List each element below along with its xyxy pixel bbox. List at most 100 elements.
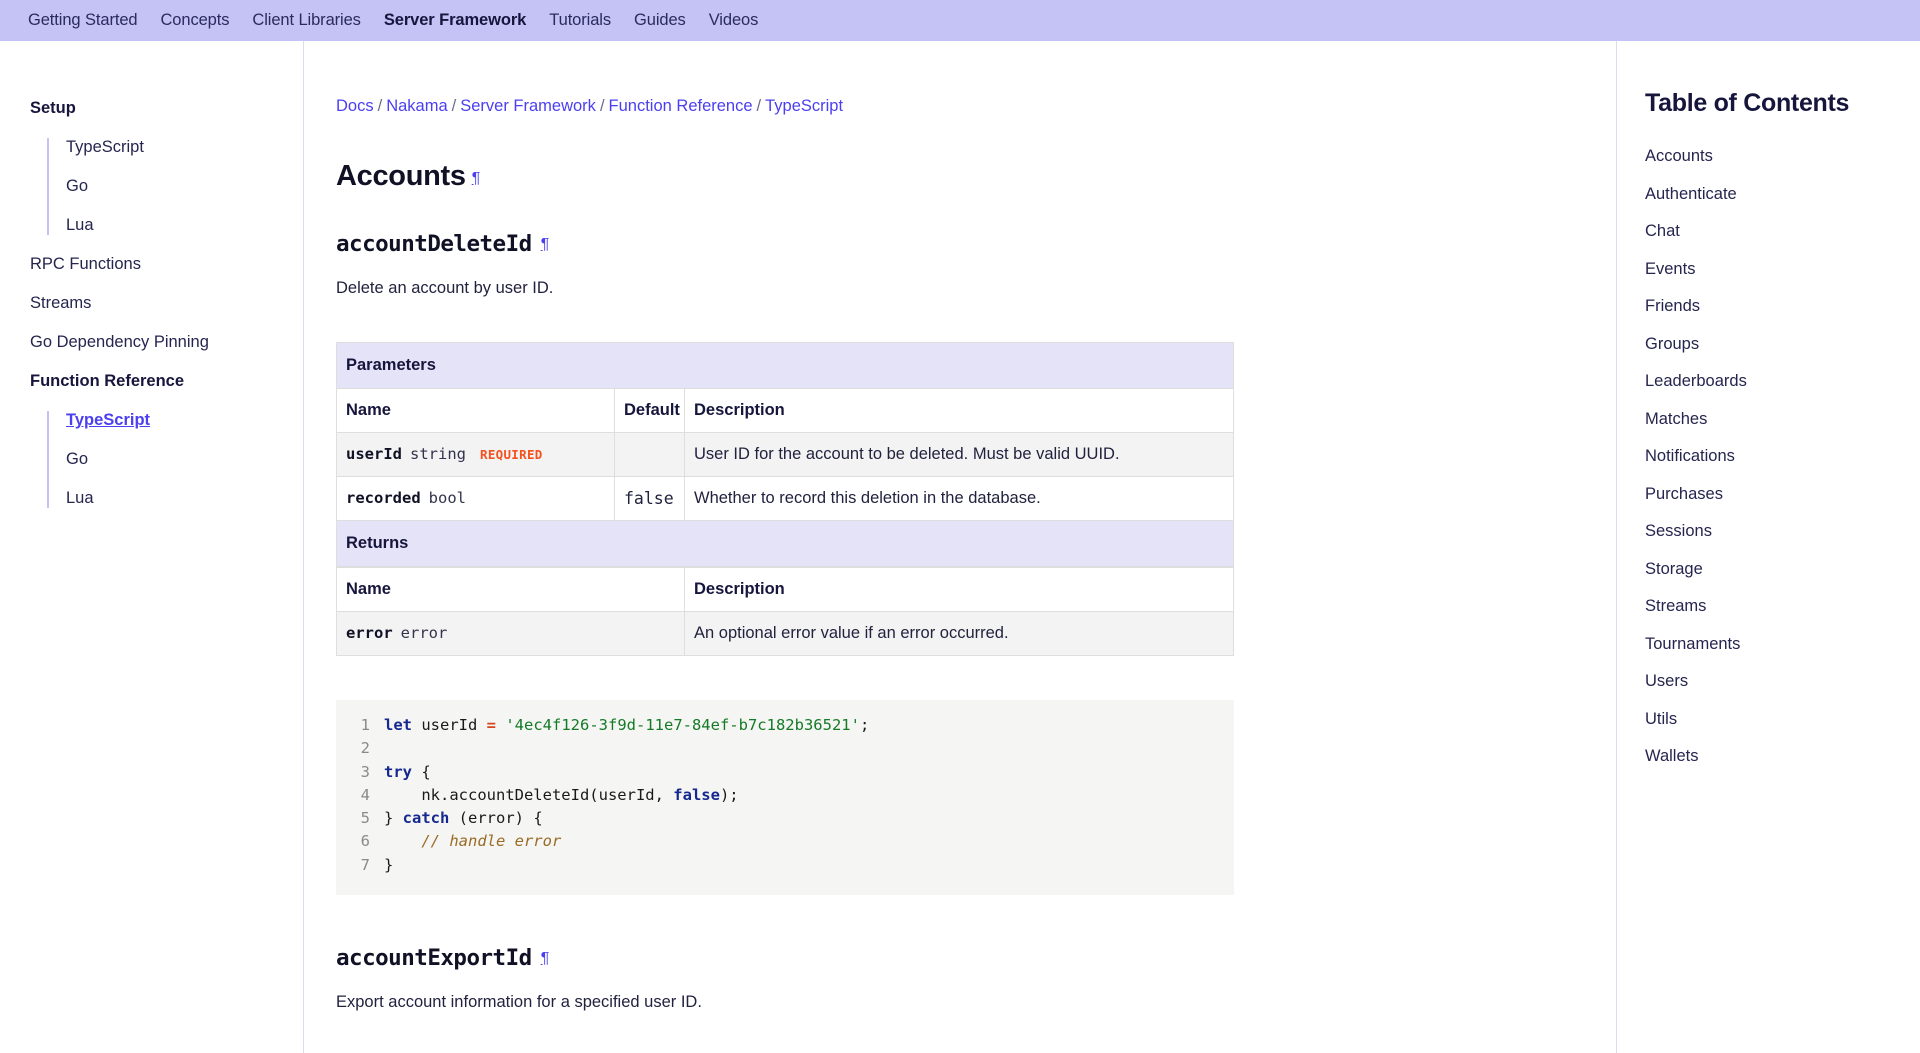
toc-item-purchases[interactable]: Purchases <box>1645 485 1920 504</box>
breadcrumb-item-typescript[interactable]: TypeScript <box>765 97 843 115</box>
table-row: userId string REQUIRED User ID for the acc… <box>336 432 1234 477</box>
main-content: Docs / Nakama / Server Framework / Function Re… <box>304 41 1616 1053</box>
parameters-label: Parameters <box>336 342 1234 389</box>
nav-link-guides[interactable]: Guides <box>634 11 686 30</box>
function-name-text: accountDeleteId <box>336 231 532 257</box>
code-line: 4 nk.accountDeleteId(userId, false); <box>336 784 1234 807</box>
return-name-cell: error error <box>336 611 685 656</box>
sidebar-item-rpc-functions[interactable]: RPC Functions <box>0 255 303 274</box>
code-token-kw: try <box>384 762 412 781</box>
function-description: Export account information for a specifi… <box>336 993 702 1012</box>
column-header-name: Name <box>336 567 685 612</box>
nav-link-getting-started[interactable]: Getting Started <box>28 11 138 30</box>
heading-anchor-icon[interactable]: ¶ <box>541 236 550 253</box>
code-line-content: nk.accountDeleteId(userId, false); <box>384 784 739 807</box>
page-layout: Setup TypeScript Go Lua RPC Functions Strea… <box>0 41 1920 1053</box>
code-line: 5} catch (error) { <box>336 807 1234 830</box>
return-description-cell: An optional error value if an error occu… <box>684 611 1234 656</box>
column-header-description: Description <box>684 388 1234 433</box>
nav-link-videos[interactable]: Videos <box>709 11 759 30</box>
code-token-plain: ; <box>859 716 870 734</box>
parameter-name-cell: recorded bool <box>336 476 615 521</box>
nav-link-tutorials[interactable]: Tutorials <box>549 11 611 30</box>
heading-anchor-icon[interactable]: ¶ <box>472 170 481 187</box>
code-token-plain: userId <box>412 716 487 734</box>
toc-item-users[interactable]: Users <box>1645 672 1920 691</box>
sidebar-item-setup-lua[interactable]: Lua <box>49 216 303 235</box>
toc-item-leaderboards[interactable]: Leaderboards <box>1645 372 1920 391</box>
table-section-header-returns: Returns <box>336 520 1234 567</box>
breadcrumb-item-function-reference[interactable]: Function Reference <box>609 97 753 115</box>
toc-item-accounts[interactable]: Accounts <box>1645 147 1920 166</box>
sidebar-item-funcref-lua[interactable]: Lua <box>49 489 303 508</box>
nav-link-client-libraries[interactable]: Client Libraries <box>252 11 361 30</box>
toc-item-authenticate[interactable]: Authenticate <box>1645 185 1920 204</box>
left-sidebar: Setup TypeScript Go Lua RPC Functions Strea… <box>0 41 304 1053</box>
toc-item-matches[interactable]: Matches <box>1645 410 1920 429</box>
nav-link-concepts[interactable]: Concepts <box>160 11 229 30</box>
sidebar-setup-sublist: TypeScript Go Lua <box>47 138 303 235</box>
toc-item-notifications[interactable]: Notifications <box>1645 447 1920 466</box>
code-token-op: = <box>486 716 496 734</box>
breadcrumb-separator: / <box>756 97 762 115</box>
code-token-kw: let <box>384 716 412 734</box>
code-line-number: 2 <box>360 739 370 758</box>
heading-anchor-icon[interactable]: ¶ <box>541 950 550 967</box>
sidebar-item-funcref-go[interactable]: Go <box>49 450 303 469</box>
sidebar-item-setup-go[interactable]: Go <box>49 177 303 196</box>
sidebar-item-funcref-typescript[interactable]: TypeScript <box>49 411 303 430</box>
page-title: Accounts ¶ <box>336 160 1556 193</box>
code-line: 6 // handle error <box>336 830 1234 853</box>
code-block-accountdeleteid[interactable]: 1 let userId = '4ec4f126-3f9d-11e7-84ef-b… <box>336 700 1234 896</box>
code-line-content: // handle error <box>384 830 561 853</box>
sidebar-item-setup-typescript[interactable]: TypeScript <box>49 138 303 157</box>
toc-list: Accounts Authenticate Chat Events Friends Gro… <box>1645 147 1920 766</box>
parameter-type: string <box>410 445 466 463</box>
toc-item-friends[interactable]: Friends <box>1645 297 1920 316</box>
toc-title: Table of Contents <box>1645 89 1850 117</box>
returns-label: Returns <box>336 520 1234 567</box>
required-badge: REQUIRED <box>480 447 543 462</box>
code-token-plain: ); <box>719 785 739 804</box>
toc-item-chat[interactable]: Chat <box>1645 222 1920 241</box>
sidebar-item-go-dependency-pinning[interactable]: Go Dependency Pinning <box>0 333 303 352</box>
code-line-number: 4 <box>360 785 370 804</box>
breadcrumb-item-nakama[interactable]: Nakama <box>386 97 447 115</box>
sidebar-item-streams[interactable]: Streams <box>0 294 303 313</box>
parameter-description-cell: Whether to record this deletion in the d… <box>684 476 1234 521</box>
column-header-description: Description <box>684 567 1234 612</box>
code-line-content <box>384 737 393 760</box>
nav-link-server-framework[interactable]: Server Framework <box>384 11 527 30</box>
code-line: 7} <box>336 854 1234 877</box>
code-token-plain: nk.accountDeleteId(userId, <box>384 785 674 804</box>
sidebar-standalone-list: RPC Functions Streams Go Dependency Pinnin… <box>0 255 303 352</box>
toc-item-tournaments[interactable]: Tournaments <box>1645 635 1920 654</box>
code-line-content: } catch (error) { <box>384 807 543 830</box>
toc-item-events[interactable]: Events <box>1645 260 1920 279</box>
code-token-kw: false <box>673 785 720 804</box>
code-line-content: try { <box>384 761 431 784</box>
function-heading-accountexportid: accountExportId ¶ <box>336 945 1556 971</box>
toc-item-streams[interactable]: Streams <box>1645 597 1920 616</box>
breadcrumb-item-docs[interactable]: Docs <box>336 97 374 115</box>
code-token-kw: catch <box>402 809 450 828</box>
parameter-description-cell: User ID for the account to be deleted. M… <box>684 432 1234 477</box>
code-line-number: 6 <box>360 832 370 851</box>
sidebar-group-function-reference[interactable]: Function Reference <box>0 372 303 391</box>
code-line-number: 3 <box>360 762 370 781</box>
toc-item-utils[interactable]: Utils <box>1645 710 1920 729</box>
toc-item-groups[interactable]: Groups <box>1645 335 1920 354</box>
toc-item-storage[interactable]: Storage <box>1645 560 1920 579</box>
toc-item-sessions[interactable]: Sessions <box>1645 522 1920 541</box>
code-line-content: } <box>384 854 393 877</box>
code-line-number: 7 <box>360 855 370 874</box>
toc-item-wallets[interactable]: Wallets <box>1645 747 1920 766</box>
function-name-text: accountExportId <box>336 945 532 972</box>
code-line: 3 try { <box>336 761 1234 784</box>
api-table-returns-accountdeleteid: Name Description error error An optional … <box>336 567 1234 656</box>
sidebar-group-setup[interactable]: Setup <box>0 99 303 118</box>
parameter-default-cell <box>614 432 685 477</box>
parameter-name: recorded <box>346 489 421 507</box>
breadcrumb-item-server-framework[interactable]: Server Framework <box>460 97 596 115</box>
parameter-default-cell: false <box>614 476 685 521</box>
